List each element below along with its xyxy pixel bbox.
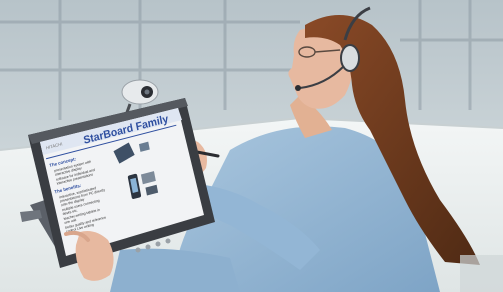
photo-scene: HITACHI StarBoard Family The concept: pr… bbox=[0, 0, 503, 292]
photo-illustration: HITACHI StarBoard Family The concept: pr… bbox=[0, 0, 503, 292]
